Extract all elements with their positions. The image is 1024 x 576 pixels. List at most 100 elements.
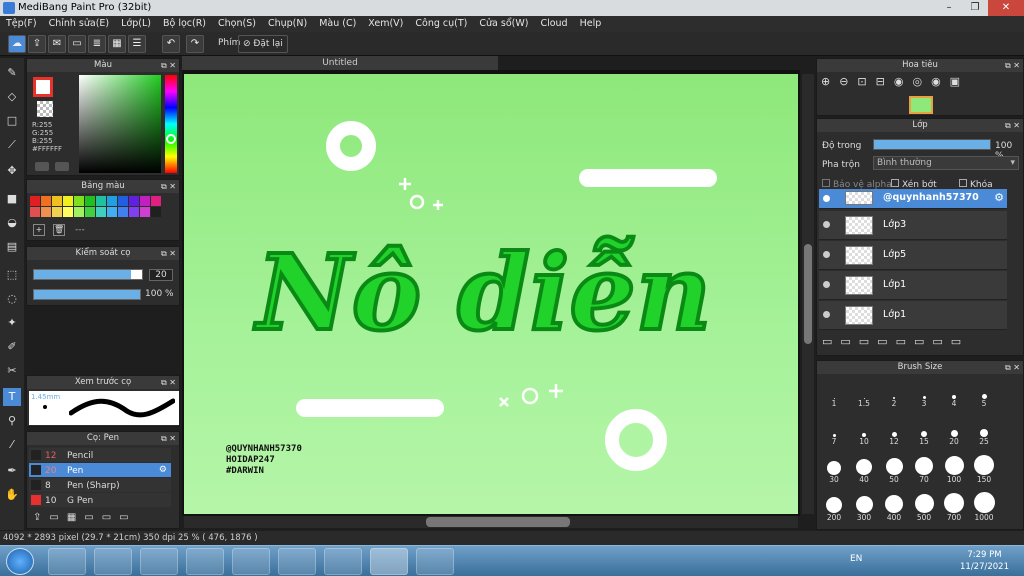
- layer-item[interactable]: Lớp3: [819, 211, 1007, 240]
- color-swatch[interactable]: [107, 196, 117, 206]
- document-tab[interactable]: Untitled: [182, 56, 498, 70]
- page-icon[interactable]: ▭: [68, 35, 86, 53]
- menu-view[interactable]: Xem(V): [362, 16, 409, 32]
- brush-size-option[interactable]: 12: [879, 415, 909, 446]
- brush-size-option[interactable]: 200: [819, 491, 849, 522]
- select-eraser-icon[interactable]: ✂: [3, 362, 21, 380]
- gear-icon[interactable]: ⚙: [159, 463, 167, 477]
- color-swatch[interactable]: [140, 207, 150, 217]
- brush-opacity-slider[interactable]: [33, 289, 141, 300]
- panel-popout-icon[interactable]: ⧉ ✕: [1005, 361, 1020, 374]
- saturation-value-picker[interactable]: [79, 75, 161, 173]
- panel-popout-icon[interactable]: ⧉ ✕: [161, 247, 176, 260]
- language-indicator[interactable]: EN: [850, 554, 862, 564]
- brush-size-option[interactable]: 7: [819, 415, 849, 446]
- line-tool-icon[interactable]: ⟋: [3, 136, 21, 154]
- brush-item-g-pen[interactable]: 10 G Pen: [29, 493, 171, 507]
- menu-select[interactable]: Chọn(S): [212, 16, 262, 32]
- paint-icon[interactable]: [278, 548, 316, 575]
- brush-size-option[interactable]: 150: [969, 453, 999, 484]
- move-tool-icon[interactable]: ✥: [3, 162, 21, 180]
- brush-size-option[interactable]: 30: [819, 453, 849, 484]
- color-swatch[interactable]: [30, 207, 40, 217]
- eye-icon[interactable]: [823, 221, 830, 228]
- layer-opacity-slider[interactable]: [873, 139, 991, 150]
- menu-edit[interactable]: Chỉnh sửa(E): [43, 16, 116, 32]
- menu-file[interactable]: Tệp(F): [0, 16, 43, 32]
- brush-size-option[interactable]: 5: [969, 377, 999, 408]
- color-swatch[interactable]: [107, 207, 117, 217]
- color-swatch[interactable]: [74, 196, 84, 206]
- brush-size-option[interactable]: 4: [939, 377, 969, 408]
- brush-size-option[interactable]: 1: [819, 377, 849, 408]
- brush-item-pen-sharp[interactable]: 8 Pen (Sharp): [29, 478, 171, 492]
- select-pen-icon[interactable]: ✐: [3, 338, 21, 356]
- reset-button[interactable]: ⊘ Đặt lại: [238, 35, 288, 53]
- brush-tool-icon[interactable]: ✎: [3, 64, 21, 82]
- document-icon[interactable]: ≣: [88, 35, 106, 53]
- layer-item-selected[interactable]: @quynhanh57370 ⚙: [819, 189, 1007, 209]
- brush-size-option[interactable]: 10: [849, 415, 879, 446]
- comment-icon[interactable]: ✉: [48, 35, 66, 53]
- color-mode-button[interactable]: [35, 162, 49, 171]
- navigator-controls[interactable]: ⊕⊖⊡⊟◉◎◉▣: [821, 75, 969, 88]
- brush-size-option[interactable]: 500: [909, 491, 939, 522]
- palette-swatches[interactable]: [30, 196, 161, 218]
- color-swatch[interactable]: [30, 196, 40, 206]
- undo-icon[interactable]: ↶: [162, 35, 180, 53]
- color-swatch[interactable]: [74, 207, 84, 217]
- acrobat-icon[interactable]: [48, 548, 86, 575]
- color-swatch[interactable]: [52, 207, 62, 217]
- panel-popout-icon[interactable]: ⧉ ✕: [161, 180, 176, 193]
- menu-tools[interactable]: Công cụ(T): [409, 16, 473, 32]
- panel-popout-icon[interactable]: ⧉ ✕: [161, 432, 176, 445]
- vertical-scrollbar[interactable]: [802, 74, 814, 514]
- color-swatch[interactable]: [151, 207, 161, 217]
- brush-size-option[interactable]: 70: [909, 453, 939, 484]
- menu-help[interactable]: Help: [574, 16, 608, 32]
- navigator-thumbnail[interactable]: [909, 96, 933, 114]
- gradient-tool-icon[interactable]: ▤: [3, 238, 21, 256]
- brush-item-pen[interactable]: 20 Pen ⚙: [29, 463, 171, 477]
- brush-list-actions[interactable]: ⇪▭▦▭▭▭: [33, 512, 137, 523]
- brush-size-option[interactable]: 25: [969, 415, 999, 446]
- canvas-page[interactable]: Nô diễn @QUYNHANH57370 HOIDAP247 #DARWIN: [184, 74, 798, 514]
- brush-size-option[interactable]: 2: [879, 377, 909, 408]
- color-swatch[interactable]: [129, 207, 139, 217]
- magic-wand-icon[interactable]: ✦: [3, 314, 21, 332]
- color-swatch[interactable]: [52, 196, 62, 206]
- menu-window[interactable]: Cửa sổ(W): [473, 16, 534, 32]
- color-swatch[interactable]: [96, 207, 106, 217]
- maximize-button[interactable]: ❐: [962, 0, 988, 16]
- text-tool-icon[interactable]: T: [3, 388, 21, 406]
- menu-color[interactable]: Màu (C): [313, 16, 362, 32]
- hue-handle[interactable]: [166, 134, 176, 144]
- brush-size-option[interactable]: 300: [849, 491, 879, 522]
- bucket-tool-icon[interactable]: ◒: [3, 214, 21, 232]
- brush-size-option[interactable]: 40: [849, 453, 879, 484]
- powerpoint-icon[interactable]: [140, 548, 178, 575]
- color-swatch[interactable]: [140, 196, 150, 206]
- word-icon[interactable]: [232, 548, 270, 575]
- primary-color-swatch[interactable]: [33, 77, 53, 97]
- layer-item[interactable]: Lớp5: [819, 241, 1007, 270]
- secondary-color-swatch[interactable]: [37, 101, 53, 117]
- eye-icon[interactable]: [823, 195, 830, 202]
- share-icon[interactable]: ⇪: [28, 35, 46, 53]
- color-swatch[interactable]: [96, 196, 106, 206]
- eyedropper-icon[interactable]: ✒: [3, 462, 21, 480]
- redo-icon[interactable]: ↷: [186, 35, 204, 53]
- medibang-icon[interactable]: [370, 548, 408, 575]
- cloud-icon[interactable]: ☁: [8, 35, 26, 53]
- hand-tool-icon[interactable]: ✋: [3, 486, 21, 504]
- rect-tool-icon[interactable]: □: [3, 112, 21, 130]
- lasso-tool-icon[interactable]: ◌: [3, 290, 21, 308]
- color-swatch[interactable]: [151, 196, 161, 206]
- eye-icon[interactable]: [823, 311, 830, 318]
- brush-size-option[interactable]: 20: [939, 415, 969, 446]
- brush-size-slider[interactable]: [33, 269, 143, 280]
- trash-icon[interactable]: 🗑: [53, 224, 65, 236]
- eye-icon[interactable]: [823, 251, 830, 258]
- eraser-tool-icon[interactable]: ◇: [3, 88, 21, 106]
- panel-popout-icon[interactable]: ⧉ ✕: [1005, 119, 1020, 132]
